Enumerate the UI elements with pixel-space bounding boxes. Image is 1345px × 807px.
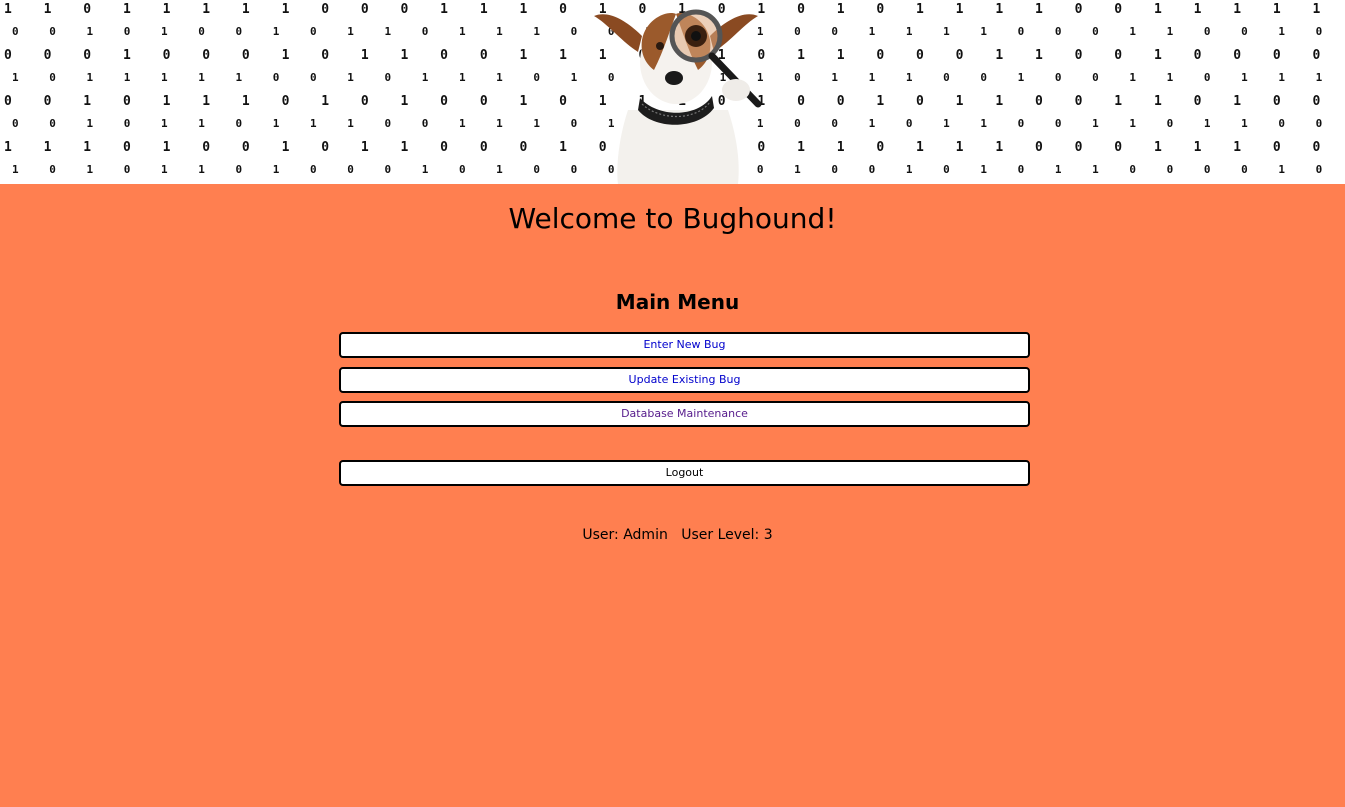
logout-button[interactable]: Logout xyxy=(339,460,1030,486)
user-level-label: User Level: xyxy=(681,527,760,543)
dog-magnifying-glass-logo xyxy=(594,9,762,184)
main-content: Welcome to Bughound! Main Menu Enter New… xyxy=(0,184,1345,807)
user-level-value: 3 xyxy=(763,527,773,543)
update-existing-bug-button[interactable]: Update Existing Bug xyxy=(339,367,1030,393)
user-status: User: Admin User Level: 3 xyxy=(0,527,1345,543)
user-label: User: xyxy=(582,527,619,543)
header-banner: 1 1 0 1 1 1 1 1 0 0 0 1 1 1 0 1 0 1 0 1 … xyxy=(0,0,1345,184)
user-value: Admin xyxy=(623,527,668,543)
page-title: Welcome to Bughound! xyxy=(508,202,837,235)
enter-new-bug-button[interactable]: Enter New Bug xyxy=(339,332,1030,358)
main-menu-heading: Main Menu xyxy=(615,290,740,314)
database-maintenance-button[interactable]: Database Maintenance xyxy=(339,401,1030,427)
